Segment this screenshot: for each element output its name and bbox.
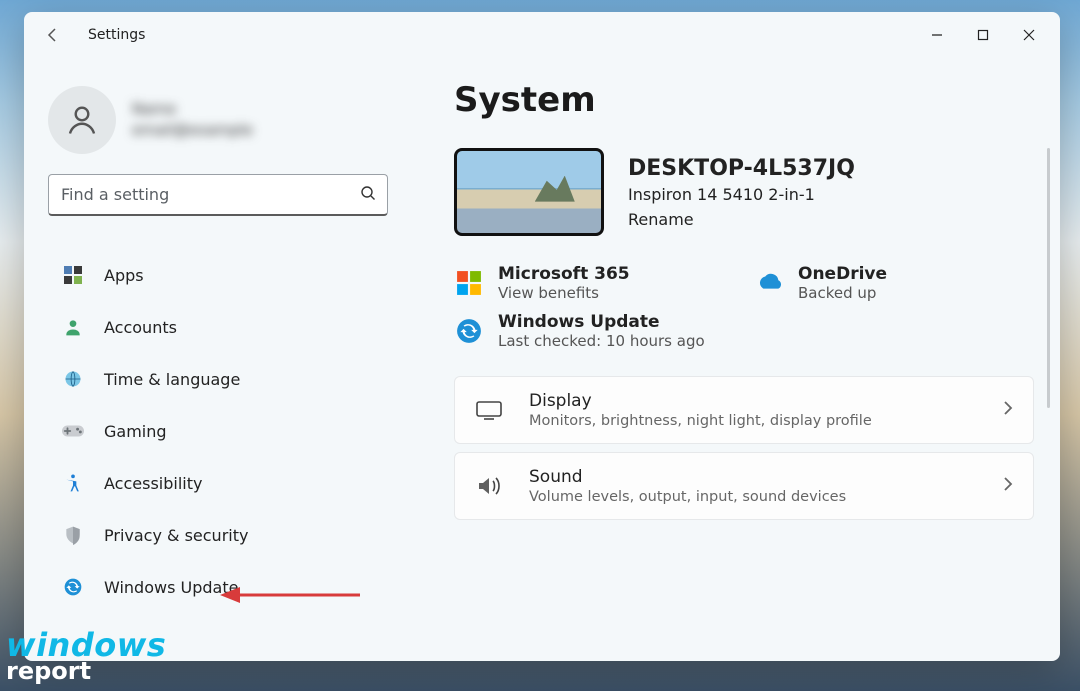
user-name-text: Name email@example xyxy=(132,99,253,141)
status-title: OneDrive xyxy=(798,264,887,284)
apps-icon xyxy=(62,264,84,286)
search-input[interactable] xyxy=(48,174,388,216)
update-icon xyxy=(62,576,84,598)
sidebar-item-label: Gaming xyxy=(104,422,167,441)
sidebar-item-apps[interactable]: Apps xyxy=(48,252,398,298)
onedrive-icon xyxy=(754,268,784,298)
card-title: Sound xyxy=(529,467,977,487)
maximize-button[interactable] xyxy=(960,16,1006,54)
titlebar: Settings xyxy=(24,12,1060,58)
sidebar-item-label: Apps xyxy=(104,266,144,285)
sidebar-item-time-language[interactable]: Time & language xyxy=(48,356,398,402)
status-microsoft-365[interactable]: Microsoft 365 View benefits xyxy=(454,264,694,302)
chevron-right-icon xyxy=(1003,400,1013,420)
card-title: Display xyxy=(529,391,977,411)
sidebar-item-label: Accessibility xyxy=(104,474,202,493)
status-title: Windows Update xyxy=(498,312,705,332)
user-account-row[interactable]: Name email@example xyxy=(48,86,398,154)
sidebar-item-gaming[interactable]: Gaming xyxy=(48,408,398,454)
content: System DESKTOP-4L537JQ Inspiron 14 5410 … xyxy=(406,58,1052,653)
update-icon xyxy=(454,316,484,346)
status-sub: View benefits xyxy=(498,284,630,302)
sidebar-nav: Apps Accounts Time & language xyxy=(48,252,398,610)
search-icon xyxy=(360,185,376,205)
page-title: System xyxy=(454,80,1034,120)
device-summary: DESKTOP-4L537JQ Inspiron 14 5410 2-in-1 … xyxy=(454,148,1034,236)
window-title: Settings xyxy=(88,27,145,43)
desktop-thumbnail[interactable] xyxy=(454,148,604,236)
sidebar-item-accounts[interactable]: Accounts xyxy=(48,304,398,350)
search-field-wrapper xyxy=(48,174,388,216)
microsoft-365-icon xyxy=(454,268,484,298)
sidebar-item-privacy-security[interactable]: Privacy & security xyxy=(48,512,398,558)
accessibility-icon xyxy=(62,472,84,494)
avatar xyxy=(48,86,116,154)
rename-link[interactable]: Rename xyxy=(628,210,855,229)
settings-window: Settings Name email@example xyxy=(24,12,1060,661)
content-scrollbar[interactable] xyxy=(1047,148,1050,408)
sidebar-item-windows-update[interactable]: Windows Update xyxy=(48,564,398,610)
display-icon xyxy=(475,400,503,420)
arrow-left-icon xyxy=(45,27,61,43)
status-sub: Backed up xyxy=(798,284,887,302)
status-sub: Last checked: 10 hours ago xyxy=(498,332,705,350)
status-title: Microsoft 365 xyxy=(498,264,630,284)
minimize-icon xyxy=(931,29,943,41)
sidebar-item-label: Windows Update xyxy=(104,578,238,597)
card-sound[interactable]: Sound Volume levels, output, input, soun… xyxy=(454,452,1034,520)
back-button[interactable] xyxy=(38,20,68,50)
user-icon xyxy=(64,102,100,138)
close-button[interactable] xyxy=(1006,16,1052,54)
status-onedrive[interactable]: OneDrive Backed up xyxy=(754,264,994,302)
card-display[interactable]: Display Monitors, brightness, night ligh… xyxy=(454,376,1034,444)
gaming-icon xyxy=(62,420,84,442)
sidebar: Name email@example Apps xyxy=(48,58,406,653)
chevron-right-icon xyxy=(1003,476,1013,496)
watermark: windows report xyxy=(6,633,166,685)
device-name: DESKTOP-4L537JQ xyxy=(628,156,855,181)
watermark-line1: windows xyxy=(6,633,166,659)
card-sub: Monitors, brightness, night light, displ… xyxy=(529,413,977,429)
sound-icon xyxy=(475,475,503,497)
minimize-button[interactable] xyxy=(914,16,960,54)
sidebar-item-label: Privacy & security xyxy=(104,526,248,545)
time-language-icon xyxy=(62,368,84,390)
shield-icon xyxy=(62,524,84,546)
card-sub: Volume levels, output, input, sound devi… xyxy=(529,489,977,505)
sidebar-item-label: Accounts xyxy=(104,318,177,337)
maximize-icon xyxy=(977,29,989,41)
accounts-icon xyxy=(62,316,84,338)
sidebar-item-accessibility[interactable]: Accessibility xyxy=(48,460,398,506)
status-windows-update[interactable]: Windows Update Last checked: 10 hours ag… xyxy=(454,312,705,350)
device-model: Inspiron 14 5410 2-in-1 xyxy=(628,185,855,204)
close-icon xyxy=(1023,29,1035,41)
sidebar-item-label: Time & language xyxy=(104,370,240,389)
